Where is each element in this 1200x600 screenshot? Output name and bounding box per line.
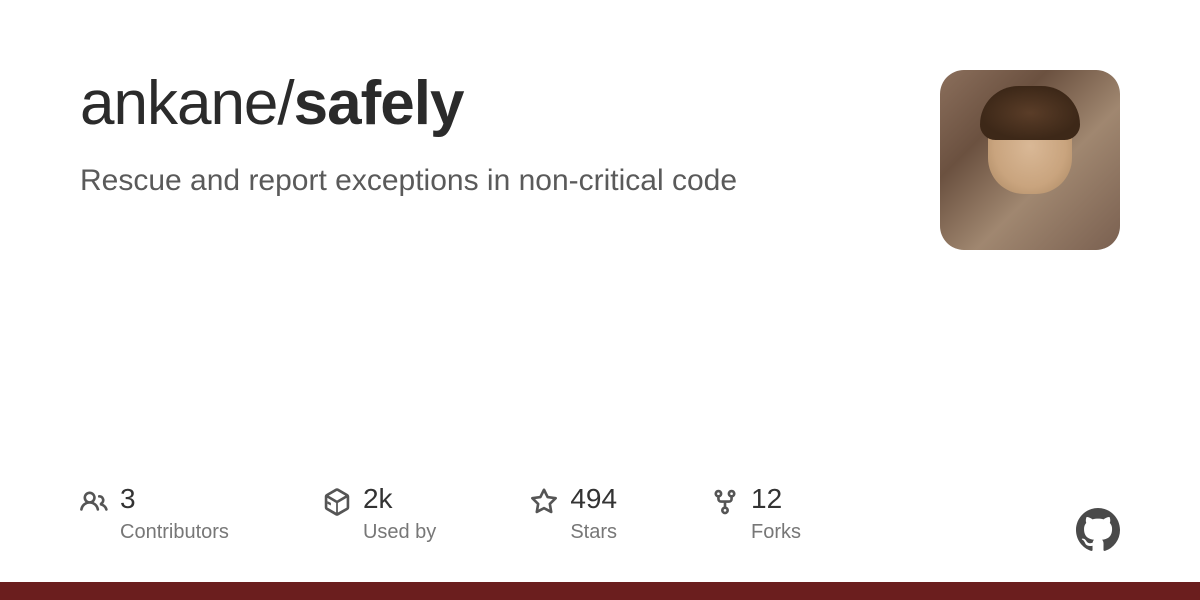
stat-used-by[interactable]: 2k Used by (323, 485, 436, 544)
stat-value: 3 (120, 485, 229, 513)
stat-label: Stars (570, 521, 617, 544)
title-section: ankane/safely Rescue and report exceptio… (80, 70, 940, 198)
stat-label: Forks (751, 521, 801, 544)
repo-owner[interactable]: ankane (80, 69, 277, 138)
stat-forks[interactable]: 12 Forks (711, 485, 801, 544)
repo-card: ankane/safely Rescue and report exceptio… (0, 0, 1200, 600)
stat-contributors[interactable]: 3 Contributors (80, 485, 229, 544)
fork-icon (711, 488, 739, 516)
stat-text: 12 Forks (751, 485, 801, 544)
repo-title: ankane/safely (80, 70, 940, 138)
people-icon (80, 488, 108, 516)
avatar[interactable] (940, 70, 1120, 250)
stat-label: Contributors (120, 521, 229, 544)
repo-description: Rescue and report exceptions in non-crit… (80, 164, 940, 198)
accent-bar (0, 582, 1200, 600)
stat-text: 2k Used by (363, 485, 436, 544)
stat-label: Used by (363, 521, 436, 544)
stat-text: 3 Contributors (120, 485, 229, 544)
package-icon (323, 488, 351, 516)
stat-value: 12 (751, 485, 801, 513)
star-icon (530, 488, 558, 516)
stat-stars[interactable]: 494 Stars (530, 485, 617, 544)
github-logo-icon[interactable] (1076, 508, 1120, 552)
stat-value: 494 (570, 485, 617, 513)
stats-row: 3 Contributors 2k Used by 494 Stars (80, 485, 1120, 544)
slash: / (277, 69, 293, 138)
repo-name[interactable]: safely (294, 69, 464, 138)
stat-value: 2k (363, 485, 436, 513)
header-row: ankane/safely Rescue and report exceptio… (80, 70, 1120, 250)
stat-text: 494 Stars (570, 485, 617, 544)
